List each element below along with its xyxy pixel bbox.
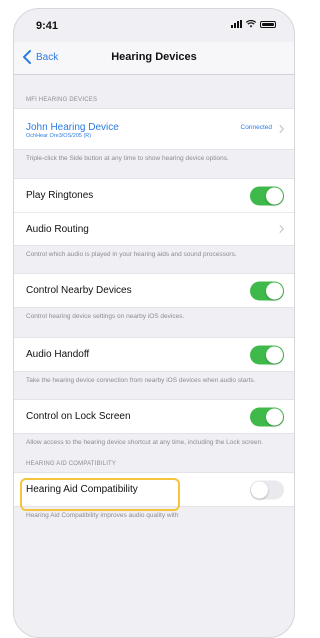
chevron-right-icon xyxy=(279,124,284,134)
audio-routing-row[interactable]: Audio Routing xyxy=(14,212,294,245)
toggle-knob xyxy=(266,187,283,204)
play-ringtones-toggle[interactable] xyxy=(250,186,284,205)
status-bar: 9:41 xyxy=(14,9,294,42)
battery-icon xyxy=(260,20,276,28)
back-label: Back xyxy=(36,51,59,63)
cellular-signal-icon xyxy=(231,20,242,28)
audio-routing-label: Audio Routing xyxy=(26,223,89,235)
device-status: Connected xyxy=(240,124,272,131)
hearing-aid-compatibility-row: Hearing Aid Compatibility xyxy=(14,473,294,506)
toggle-knob xyxy=(266,408,283,425)
control-nearby-devices-toggle[interactable] xyxy=(250,281,284,300)
navigation-bar: Back Hearing Devices xyxy=(14,42,294,75)
audio-handoff-label: Audio Handoff xyxy=(26,349,90,360)
phone-frame: 9:41 Back Hearing Devices MFI HEARING DE… xyxy=(13,8,295,638)
hearing-aid-compatibility-toggle[interactable] xyxy=(250,480,284,499)
ringtones-footer: Control which audio is played in your he… xyxy=(26,251,237,258)
audio-handoff-footer: Take the hearing device connection from … xyxy=(26,377,256,384)
chevron-left-icon xyxy=(23,50,31,64)
control-nearby-devices-label: Control Nearby Devices xyxy=(26,285,132,296)
compatibility-group: Hearing Aid Compatibility xyxy=(14,472,294,507)
control-on-lock-screen-label: Control on Lock Screen xyxy=(26,411,131,422)
chevron-right-icon xyxy=(279,224,284,234)
hearing-aid-compatibility-label: Hearing Aid Compatibility xyxy=(26,484,138,495)
wifi-icon xyxy=(246,20,256,28)
play-ringtones-label: Play Ringtones xyxy=(26,190,94,201)
device-model: OchHear Ore3/OS/205 (R) xyxy=(26,133,92,139)
play-ringtones-row: Play Ringtones xyxy=(14,179,294,212)
status-time: 9:41 xyxy=(36,20,59,32)
toggle-knob xyxy=(266,346,283,363)
hearing-device-row[interactable]: John Hearing Device OchHear Ore3/OS/205 … xyxy=(14,109,294,149)
mfi-footer: Triple-click the Side button at any time… xyxy=(26,155,229,162)
mfi-devices-group: John Hearing Device OchHear Ore3/OS/205 … xyxy=(14,108,294,150)
nearby-devices-footer: Control hearing device settings on nearb… xyxy=(26,313,185,320)
lock-screen-footer: Allow access to the hearing device short… xyxy=(26,439,264,446)
lock-screen-group: Control on Lock Screen xyxy=(14,399,294,434)
audio-handoff-row: Audio Handoff xyxy=(14,338,294,371)
audio-handoff-toggle[interactable] xyxy=(250,345,284,364)
control-on-lock-screen-toggle[interactable] xyxy=(250,407,284,426)
control-nearby-devices-row: Control Nearby Devices xyxy=(14,274,294,307)
back-button[interactable]: Back xyxy=(22,50,58,64)
status-icons xyxy=(231,20,276,28)
toggle-knob xyxy=(251,481,268,498)
ringtones-group: Play Ringtones Audio Routing xyxy=(14,178,294,246)
control-on-lock-screen-row: Control on Lock Screen xyxy=(14,400,294,433)
device-name: John Hearing Device xyxy=(26,121,119,133)
toggle-knob xyxy=(266,282,283,299)
audio-handoff-group: Audio Handoff xyxy=(14,337,294,372)
compatibility-footer: Hearing Aid Compatibility improves audio… xyxy=(26,512,179,519)
nearby-devices-group: Control Nearby Devices xyxy=(14,273,294,308)
